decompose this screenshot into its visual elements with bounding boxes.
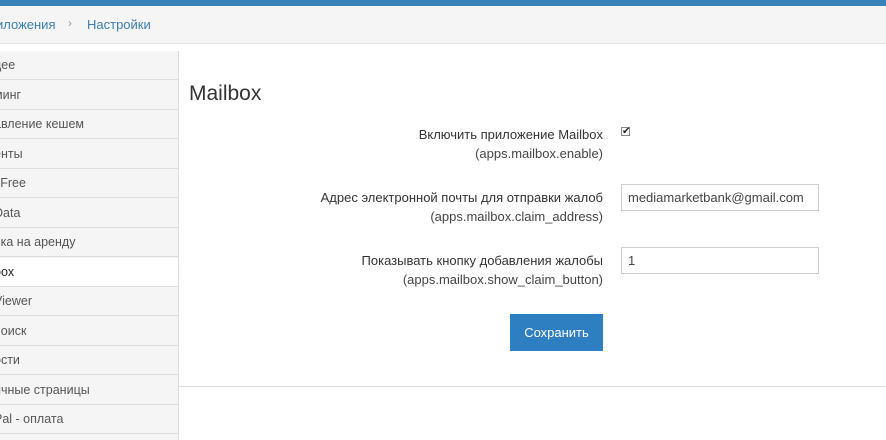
save-button[interactable]: Сохранить xyxy=(510,314,603,351)
sidebar-item[interactable]: авление кешем xyxy=(0,110,178,139)
breadcrumb-separator: › xyxy=(68,16,72,30)
sidebar-item-label: ости xyxy=(0,353,20,367)
sidebar-item-label: минг xyxy=(0,87,22,102)
sidebar-item-label: енты xyxy=(0,146,23,161)
breadcrumb: иложения › Настройки xyxy=(0,6,886,44)
content-divider xyxy=(179,386,886,387)
sidebar-item-label: вка на аренду xyxy=(0,235,76,249)
sidebar-item-label: box xyxy=(0,264,15,279)
sidebar-item-mailbox[interactable]: box xyxy=(0,257,178,287)
sidebar-item[interactable]: Viewer xyxy=(0,287,178,316)
sidebar-item[interactable]: l Free xyxy=(0,169,178,198)
sidebar-item-label: Pal - оплата xyxy=(0,412,64,426)
show-claim-button-field-label: Показывать кнопку добавления жалобы (app… xyxy=(362,251,603,289)
breadcrumb-apps-link[interactable]: иложения xyxy=(0,17,55,32)
sidebar-item[interactable]: минг xyxy=(0,81,178,110)
sidebar-item[interactable]: енты xyxy=(0,140,178,169)
enable-field-label: Включить приложение Mailbox (apps.mailbo… xyxy=(419,125,603,163)
sidebar-item[interactable]: дее xyxy=(0,51,178,80)
claim-address-field-label: Адрес электронной почты для отправки жал… xyxy=(321,188,603,226)
sidebar-item[interactable]: поиск xyxy=(0,317,178,346)
claim-address-config-key: (apps.mailbox.claim_address) xyxy=(430,209,603,224)
sidebar-item-label: l Free xyxy=(0,176,26,190)
sidebar-item-label: Data xyxy=(0,205,21,220)
enable-label-text: Включить приложение Mailbox xyxy=(418,127,603,142)
sidebar-item[interactable]: ичные страницы xyxy=(0,376,178,405)
sidebar-item-label: поиск xyxy=(0,323,27,338)
enable-checkbox[interactable]: ✔ xyxy=(621,126,631,137)
show-claim-button-config-key: (apps.mailbox.show_claim_button) xyxy=(402,272,603,287)
enable-config-key: (apps.mailbox.enable) xyxy=(475,146,603,161)
sidebar-item-label: Viewer xyxy=(0,294,32,308)
sidebar-item[interactable]: вка на аренду xyxy=(0,228,178,257)
sidebar-item-label: дее xyxy=(0,58,16,72)
breadcrumb-settings-link[interactable]: Настройки xyxy=(87,17,151,32)
settings-sidebar: дее минг авление кешем енты l Free Data … xyxy=(0,51,179,440)
claim-address-input[interactable] xyxy=(621,184,819,211)
sidebar-item[interactable]: Data xyxy=(0,199,178,228)
claim-address-label-text: Адрес электронной почты для отправки жал… xyxy=(320,190,603,205)
sidebar-item-label: авление кешем xyxy=(0,117,84,131)
page-title: Mailbox xyxy=(189,82,262,105)
show-claim-button-input[interactable] xyxy=(621,247,819,274)
sidebar-item-label: ичные страницы xyxy=(0,382,90,397)
sidebar-item[interactable]: Pal - оплата xyxy=(0,405,178,434)
show-claim-button-label-text: Показывать кнопку добавления жалобы xyxy=(361,253,603,268)
sidebar-item[interactable]: ости xyxy=(0,346,178,375)
checkmark-icon: ✔ xyxy=(622,126,631,137)
